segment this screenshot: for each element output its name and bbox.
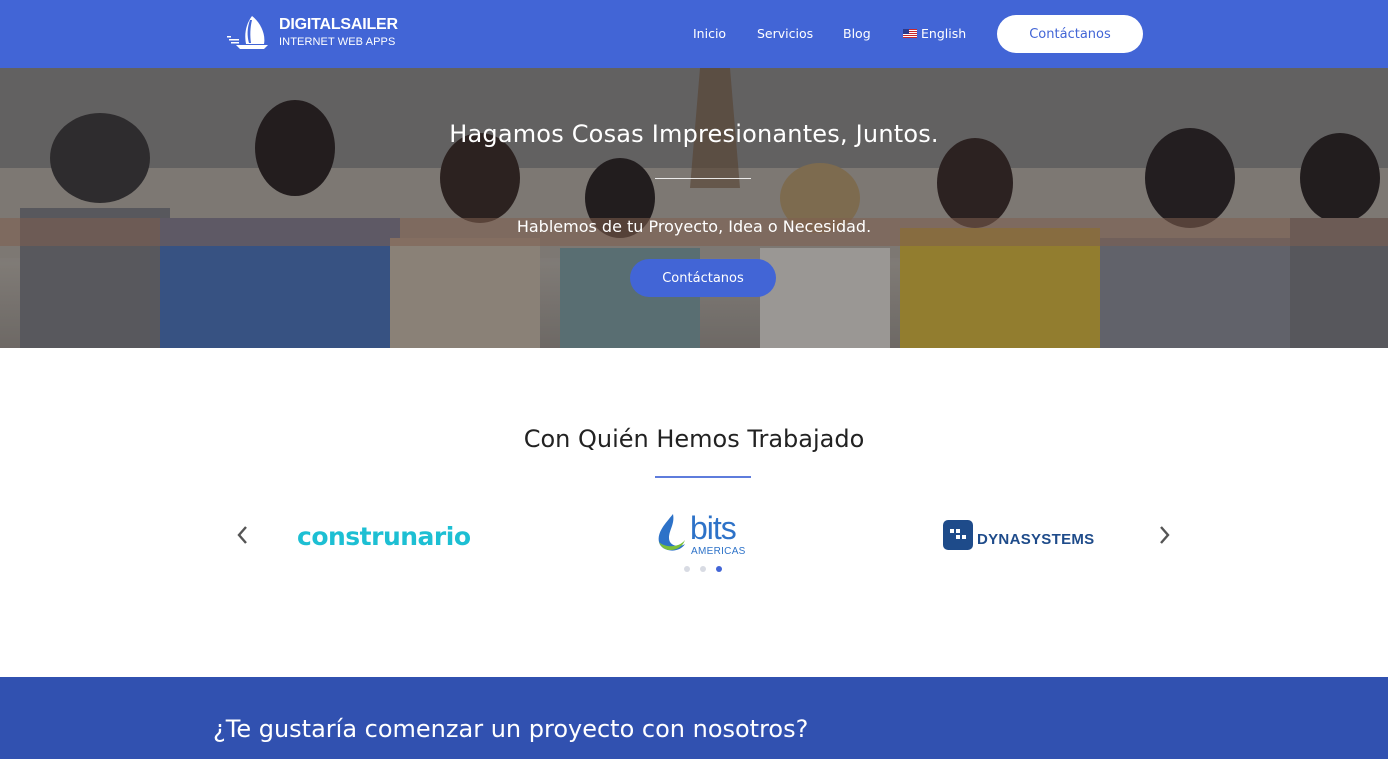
bits-wordmark: bits [690, 510, 737, 546]
hero-subtitle: Hablemos de tu Proyecto, Idea o Necesida… [516, 217, 872, 236]
nav-english-label: English [921, 26, 967, 41]
hero-title: Hagamos Cosas Impresionantes, Juntos. [449, 120, 939, 148]
dynasystems-wordmark: DYNASYSTEMS [977, 530, 1095, 548]
bits-drop-logo-icon [658, 514, 685, 551]
main-nav: Inicio Servicios Blog English [0, 0, 1388, 68]
site-header: DIGITALSAILER INTERNET WEB APPS Inicio S… [0, 0, 1388, 68]
carousel-dots [684, 566, 732, 572]
nav-language-english[interactable]: English [903, 26, 966, 41]
hero-contact-button[interactable]: Contáctanos [630, 259, 776, 297]
carousel-dot-active[interactable] [716, 566, 722, 572]
hero-section: Hagamos Cosas Impresionantes, Juntos. Ha… [0, 68, 1388, 348]
project-cta-text: ¿Te gustaría comenzar un proyecto con no… [213, 715, 809, 743]
dynasystems-mark-icon [943, 520, 973, 550]
bits-subtext: AMERICAS [691, 546, 746, 557]
nav-blog[interactable]: Blog [843, 26, 871, 41]
carousel-dot[interactable] [700, 566, 706, 572]
project-cta-band: ¿Te gustaría comenzar un proyecto con no… [0, 677, 1388, 759]
nav-inicio[interactable]: Inicio [693, 26, 726, 41]
hero-overlay [0, 68, 1388, 348]
us-flag-icon [903, 29, 917, 38]
client-logo-dynasystems: DYNASYSTEMS [943, 519, 1095, 551]
client-logo-bits-americas: bits AMERICAS [655, 510, 755, 560]
carousel-next-button[interactable] [1155, 522, 1175, 548]
client-logo-construnario: construnario [297, 522, 471, 551]
clients-divider [655, 476, 751, 478]
chevron-left-icon [237, 526, 247, 544]
header-contact-button[interactable]: Contáctanos [997, 15, 1143, 53]
carousel-prev-button[interactable] [232, 522, 252, 548]
clients-title: Con Quién Hemos Trabajado [523, 425, 865, 453]
carousel-dot[interactable] [684, 566, 690, 572]
nav-servicios[interactable]: Servicios [757, 26, 813, 41]
hero-divider [655, 178, 751, 179]
chevron-right-icon [1160, 526, 1170, 544]
